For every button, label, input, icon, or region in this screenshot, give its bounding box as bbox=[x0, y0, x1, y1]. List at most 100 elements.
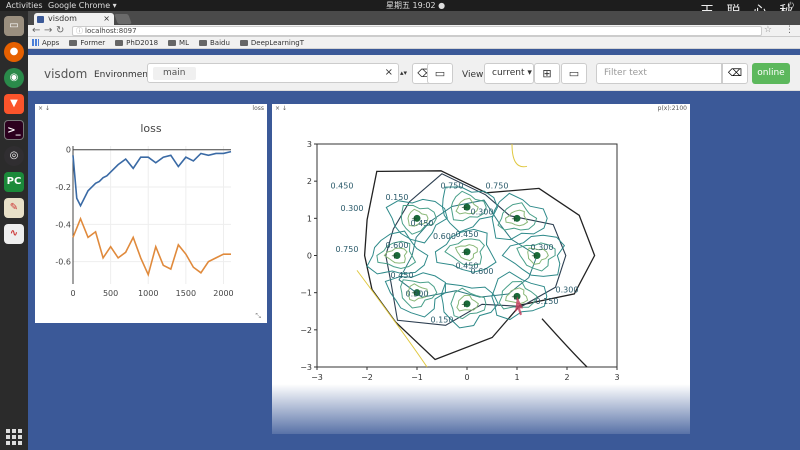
pane-controls[interactable]: × ↓ bbox=[275, 104, 287, 113]
manage-views-button[interactable]: ▭ bbox=[561, 63, 587, 84]
apps-grid-icon bbox=[32, 39, 39, 46]
obs-icon[interactable]: ◎ bbox=[4, 146, 24, 166]
favicon-icon bbox=[37, 16, 44, 23]
address-bar-row: ← → ↻ ⓘ localhost:8097 ☆ ⋮ bbox=[28, 25, 800, 37]
contour-label: 0.600 bbox=[433, 232, 456, 241]
y-tick-label: -0.2 bbox=[55, 183, 71, 192]
back-icon[interactable]: ← bbox=[32, 25, 40, 37]
app-menu[interactable]: Google Chrome ▾ bbox=[48, 0, 117, 11]
info-icon[interactable]: ⓘ bbox=[76, 27, 83, 36]
pycharm-icon[interactable]: PC bbox=[4, 172, 24, 192]
menu-icon[interactable]: ⋮ bbox=[785, 25, 794, 35]
tab-strip: visdom × bbox=[28, 11, 800, 25]
series-line-1 bbox=[72, 216, 231, 278]
x-tick-label: −3 bbox=[311, 373, 323, 382]
folder-icon bbox=[168, 39, 177, 46]
environment-chip[interactable]: main bbox=[153, 67, 196, 80]
pane-title: loss bbox=[252, 105, 264, 112]
folder-icon bbox=[198, 39, 207, 46]
folder-icon bbox=[69, 39, 78, 46]
visdom-header: visdom Environment main × ▴▾ ⌫ ▭ View cu… bbox=[28, 55, 800, 91]
repack-button[interactable]: ⊞ bbox=[534, 63, 560, 84]
brave-icon[interactable]: ▼ bbox=[4, 94, 24, 114]
contour-label: 0.750 bbox=[336, 245, 359, 254]
sample-marker: + bbox=[461, 300, 468, 309]
contour-label: 0.600 bbox=[471, 267, 494, 276]
contour-label: 0.150 bbox=[431, 315, 454, 324]
sample-marker: + bbox=[461, 248, 468, 257]
power-icon[interactable]: ⏻ bbox=[788, 0, 794, 11]
system-top-bar: Activities Google Chrome ▾ 星期五 19:02 ● 王… bbox=[0, 0, 800, 20]
bookmark-folder[interactable]: DeepLearningT bbox=[239, 39, 304, 47]
chart-title: loss bbox=[140, 122, 162, 135]
contour-label: 0.450 bbox=[456, 230, 479, 239]
clear-environment-icon[interactable]: × bbox=[385, 67, 393, 78]
online-status-button[interactable]: online bbox=[752, 63, 790, 84]
x-tick-label: 3 bbox=[614, 373, 619, 382]
y-tick-label: −3 bbox=[300, 363, 312, 372]
loss-pane[interactable]: × ↓ loss loss 0 500 1000 1500 2000 0 -0.2 -0.4 -0… bbox=[35, 104, 267, 323]
brand-logo[interactable]: visdom bbox=[44, 67, 87, 81]
new-tab-button[interactable] bbox=[114, 14, 132, 24]
y-tick-label: 1 bbox=[307, 214, 312, 223]
activities-button[interactable]: Activities bbox=[6, 0, 43, 11]
chrome-icon[interactable]: ◉ bbox=[4, 68, 24, 88]
system-tray[interactable]: ⏻ bbox=[788, 0, 794, 11]
y-tick-label: 2 bbox=[307, 177, 312, 186]
sample-marker: + bbox=[461, 203, 468, 212]
tab-close-icon[interactable]: × bbox=[103, 13, 110, 25]
folder-open-icon: ▭ bbox=[568, 67, 580, 80]
bookmark-folder[interactable]: ML bbox=[168, 39, 189, 47]
y-tick-label: -0.6 bbox=[55, 258, 71, 267]
evince-icon[interactable]: ∿ bbox=[4, 224, 24, 244]
y-tick-label: 0 bbox=[307, 252, 312, 261]
x-tick-label: 0 bbox=[70, 289, 75, 298]
contour-label: 0.450 bbox=[331, 182, 354, 191]
bookmark-folder[interactable]: Former bbox=[69, 39, 105, 47]
terminal-icon[interactable]: >_ bbox=[4, 120, 24, 140]
text-editor-icon[interactable]: ✎ bbox=[4, 198, 24, 218]
pane-controls[interactable]: × ↓ bbox=[38, 104, 50, 113]
contour-label: 0.750 bbox=[486, 182, 509, 191]
url-input[interactable]: ⓘ localhost:8097 bbox=[72, 26, 762, 36]
manage-env-button[interactable]: ▭ bbox=[427, 63, 453, 84]
y-tick-label: 3 bbox=[307, 140, 312, 149]
url-text: localhost:8097 bbox=[85, 27, 137, 35]
x-tick-label: −2 bbox=[361, 373, 373, 382]
firefox-icon[interactable]: ● bbox=[4, 42, 24, 62]
bookmark-star-icon[interactable]: ☆ bbox=[764, 25, 772, 35]
bookmark-apps[interactable]: Apps bbox=[32, 39, 59, 47]
x-tick-label: 1000 bbox=[138, 289, 158, 298]
tab-visdom[interactable]: visdom × bbox=[34, 13, 114, 25]
contour-pane[interactable]: × ↓ p(x):2100 + + + + + + + + +0.450 0.300 0.150 0.… bbox=[272, 104, 690, 434]
y-tick-label: -0.4 bbox=[55, 220, 71, 229]
contour-label: 0.300 bbox=[531, 243, 554, 252]
contour-label: 0.600 bbox=[386, 241, 409, 250]
y-tick-label: −2 bbox=[300, 326, 312, 335]
contour-label: 0.150 bbox=[386, 193, 409, 202]
filter-input[interactable]: Filter text bbox=[596, 63, 722, 84]
environment-caret-icon[interactable]: ▴▾ bbox=[400, 63, 410, 83]
launcher-dock: ▭ ● ◉ ▼ >_ ◎ PC ✎ ∿ bbox=[0, 11, 28, 450]
contour-label: 0.450 bbox=[391, 271, 414, 280]
pane-bar: × ↓ loss bbox=[35, 104, 267, 113]
show-applications-icon[interactable] bbox=[6, 429, 22, 445]
filter-clear-button[interactable]: ⌫ bbox=[722, 63, 748, 84]
contour-label: 0.300 bbox=[471, 208, 494, 217]
clock[interactable]: 星期五 19:02 ● bbox=[386, 0, 445, 11]
contour-label: 0.300 bbox=[406, 289, 429, 298]
files-icon[interactable]: ▭ bbox=[4, 16, 24, 36]
bookmark-folder[interactable]: PhD2018 bbox=[115, 39, 158, 47]
contour-label: 0.300 bbox=[556, 286, 579, 295]
forward-icon[interactable]: → bbox=[44, 25, 52, 37]
y-tick-label: −1 bbox=[300, 289, 312, 298]
reload-icon[interactable]: ↻ bbox=[56, 25, 64, 37]
bookmark-folder[interactable]: Baidu bbox=[198, 39, 230, 47]
view-select[interactable]: current ▾ bbox=[484, 63, 534, 84]
contour-label: 0.450 bbox=[411, 219, 434, 228]
y-tick-label: 0 bbox=[66, 146, 71, 155]
tab-title: visdom bbox=[48, 14, 77, 23]
environment-select[interactable]: main × bbox=[147, 63, 399, 83]
folder-icon bbox=[115, 39, 124, 46]
view-label: View bbox=[462, 70, 484, 80]
